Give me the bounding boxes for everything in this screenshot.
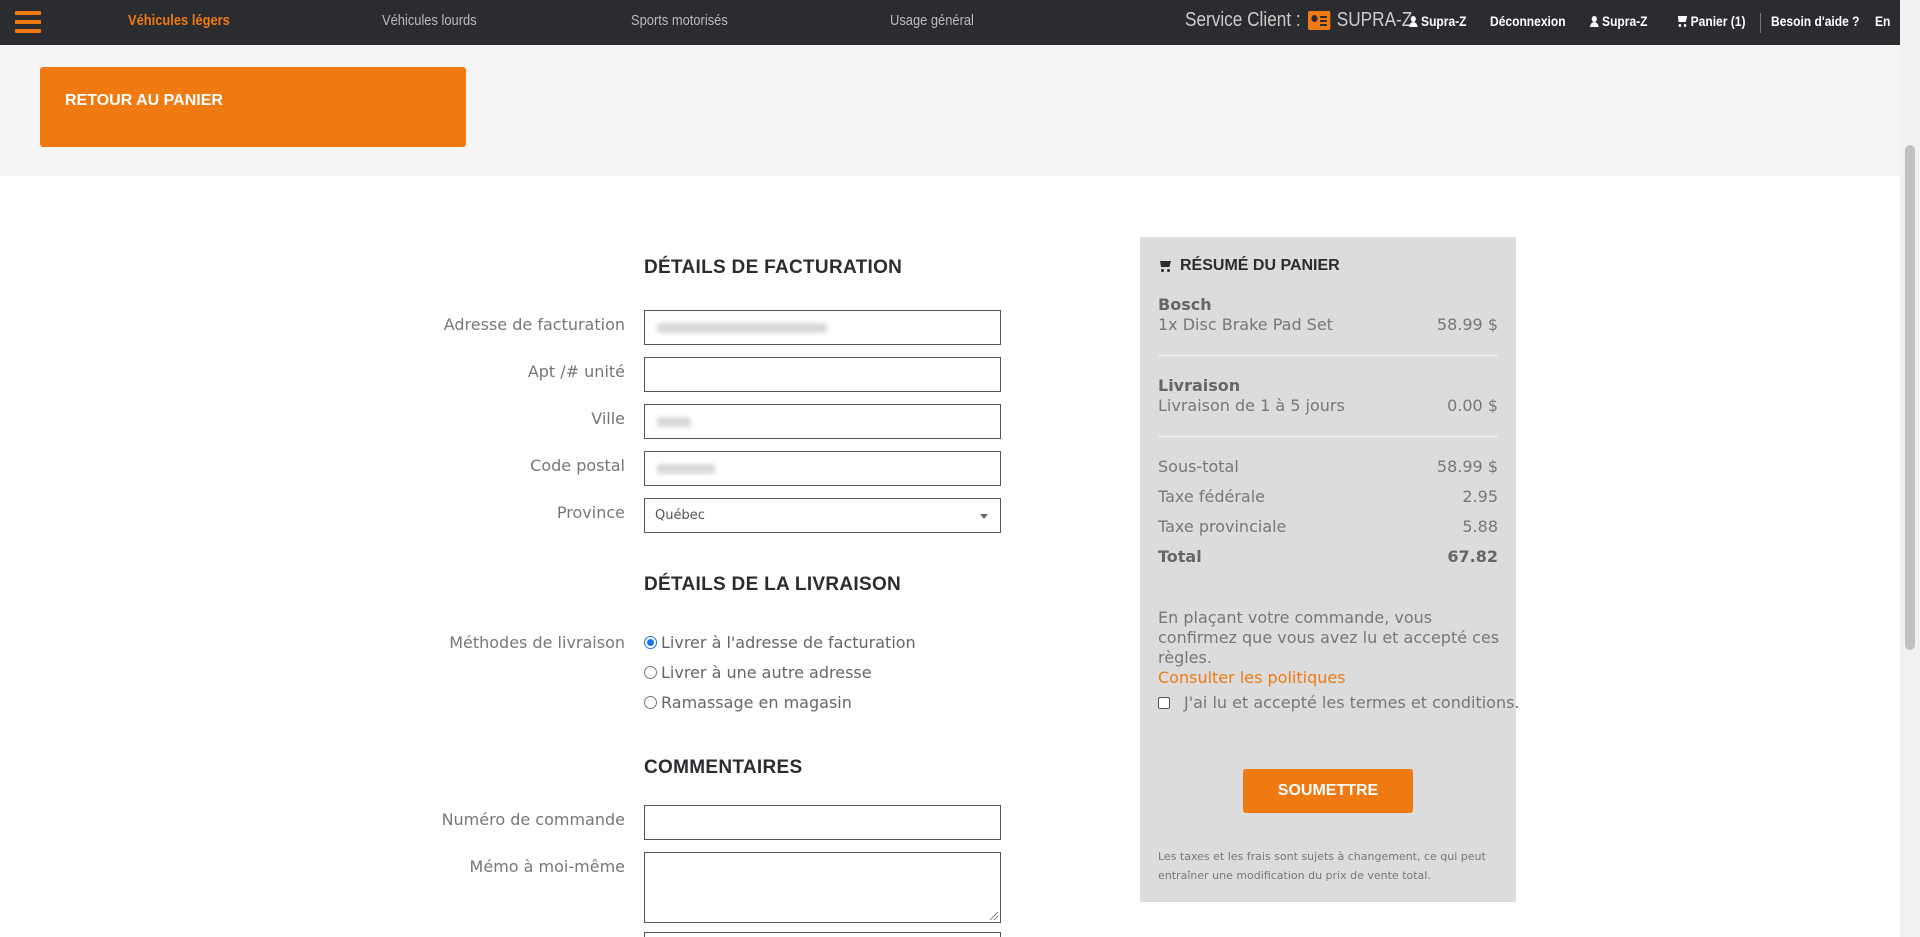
item-brand: Bosch — [1158, 295, 1212, 314]
provincial-tax-value: 5.88 — [1462, 517, 1498, 536]
nav-divider — [1760, 13, 1761, 33]
language-toggle[interactable]: En — [1875, 13, 1890, 29]
nav-link-usage-general[interactable]: Usage général — [890, 12, 974, 29]
service-brand: SUPRA-Z — [1336, 9, 1413, 31]
billing-title: DÉTAILS DE FACTURATION — [644, 257, 903, 278]
nav-link-vehicules-legers[interactable]: Véhicules légers — [128, 12, 230, 29]
item-price: 58.99 $ — [1436, 315, 1498, 334]
federal-tax-value: 2.95 — [1462, 487, 1498, 506]
total-label: Total — [1158, 547, 1202, 566]
billing-address-input[interactable] — [644, 310, 1001, 345]
shipping-methods-label: Méthodes de livraison — [449, 633, 625, 652]
memo-textarea[interactable] — [644, 852, 1001, 923]
tax-disclaimer: Les taxes et les frais sont sujets à cha… — [1158, 850, 1486, 882]
summary-title: RÉSUMÉ DU PANIER — [1158, 257, 1340, 275]
delivery-price: 0.00 $ — [1447, 396, 1498, 415]
province-select[interactable]: Québec — [644, 498, 1001, 533]
radio-button[interactable] — [644, 636, 657, 649]
service-label: Service Client : — [1185, 9, 1301, 31]
cart-icon — [1676, 15, 1688, 27]
user-icon — [1590, 16, 1599, 27]
federal-tax-label: Taxe fédérale — [1158, 487, 1265, 506]
terms-checkbox[interactable] — [1158, 696, 1170, 709]
page-scrollbar[interactable] — [1900, 0, 1920, 937]
logout-link[interactable]: Déconnexion — [1490, 13, 1566, 29]
delivery-title: Livraison — [1158, 376, 1241, 395]
policy-notice: En plaçant votre commande, vous confirme… — [1158, 608, 1500, 687]
shipping-option-billing-address[interactable]: Livrer à l'adresse de facturation — [644, 633, 916, 652]
apt-unit-input[interactable] — [644, 357, 1001, 392]
delivery-description: Livraison de 1 à 5 jours — [1158, 396, 1345, 415]
user-link[interactable]: Supra-Z — [1590, 13, 1648, 29]
hamburger-menu-icon[interactable] — [15, 11, 41, 33]
province-value: Québec — [655, 508, 705, 523]
province-label: Province — [556, 503, 625, 522]
billing-address-label: Adresse de facturation — [443, 315, 625, 334]
total-value: 67.82 — [1447, 547, 1498, 566]
back-to-cart-button[interactable]: RETOUR AU PANIER — [40, 67, 466, 147]
nav-link-sports-motorises[interactable]: Sports motorisés — [631, 12, 728, 29]
cart-link[interactable]: Panier (1) — [1676, 13, 1745, 29]
provincial-tax-label: Taxe provinciale — [1158, 517, 1287, 536]
user-icon — [1409, 16, 1418, 27]
resize-handle-icon[interactable] — [990, 912, 998, 920]
order-number-label: Numéro de commande — [441, 810, 625, 829]
id-card-icon — [1307, 11, 1330, 30]
nav-link-vehicules-lourds[interactable]: Véhicules lourds — [382, 12, 477, 29]
submit-button[interactable]: SOUMETTRE — [1243, 769, 1413, 813]
shipping-option-store-pickup[interactable]: Ramassage en magasin — [644, 693, 852, 712]
memo-label: Mémo à moi-même — [469, 857, 625, 876]
customer-service: Service Client : SUPRA-Z — [1185, 9, 1412, 32]
cart-summary-panel: RÉSUMÉ DU PANIER Bosch 1x Disc Brake Pad… — [1140, 237, 1520, 902]
postal-code-label: Code postal — [530, 456, 625, 475]
shipping-title: DÉTAILS DE LA LIVRAISON — [644, 574, 902, 595]
shipping-option-other-address[interactable]: Livrer à une autre adresse — [644, 663, 872, 682]
divider — [1158, 355, 1498, 356]
policies-link[interactable]: Consulter les politiques — [1158, 668, 1346, 687]
account-link[interactable]: Supra-Z — [1409, 13, 1467, 29]
scrollbar-thumb[interactable] — [1905, 145, 1915, 650]
subtotal-label: Sous-total — [1158, 457, 1239, 476]
next-input[interactable] — [644, 932, 1001, 937]
chevron-down-icon — [980, 514, 988, 519]
order-number-input[interactable] — [644, 805, 1001, 840]
radio-button[interactable] — [644, 666, 657, 679]
radio-button[interactable] — [644, 696, 657, 709]
apt-unit-label: Apt /# unité — [527, 362, 625, 381]
cart-icon — [1158, 260, 1172, 272]
divider — [1158, 436, 1498, 437]
city-input[interactable] — [644, 404, 1001, 439]
comments-title: COMMENTAIRES — [644, 757, 803, 778]
city-label: Ville — [591, 409, 625, 428]
subtotal-value: 58.99 $ — [1436, 457, 1498, 476]
top-navigation: Véhicules légers Véhicules lourds Sports… — [0, 0, 1900, 45]
item-description: 1x Disc Brake Pad Set — [1158, 315, 1333, 334]
terms-acceptance[interactable]: J'ai lu et accepté les termes et conditi… — [1158, 693, 1520, 712]
postal-code-input[interactable] — [644, 451, 1001, 486]
help-link[interactable]: Besoin d'aide ? — [1771, 13, 1859, 29]
